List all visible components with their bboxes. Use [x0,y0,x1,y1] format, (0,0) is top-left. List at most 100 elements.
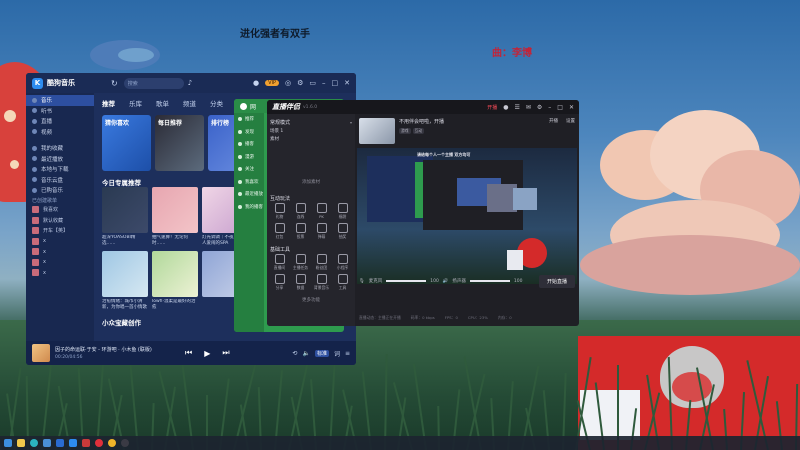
play-icon[interactable]: ▶ [204,349,210,358]
file-explorer-icon[interactable] [17,439,25,447]
tool-button[interactable]: 小程序 [333,254,352,271]
sidebar-item[interactable]: 音乐云盘 [26,175,94,186]
green-sidebar-item[interactable]: 我喜欢 [234,176,264,189]
sidebar-item[interactable]: 已购音乐 [26,185,94,196]
playlist-item[interactable]: 我喜欢 [26,205,94,216]
tool-button[interactable]: 数据 [291,274,310,291]
loop-icon[interactable]: ⟲ [292,350,297,357]
next-icon[interactable]: ⏭ [222,348,229,358]
sidebar-item[interactable]: 我的收藏 [26,143,94,154]
tool-button[interactable]: 福袋 [333,203,352,220]
kugou-taskbar-icon[interactable] [69,439,77,447]
tool-button[interactable]: 投票 [291,223,310,240]
live-companion-window[interactable]: 直播伴侣 v1.6.0 开播 ● ☰ ✉ ⚙ – □ ✕ 常规模式 ▾ 场景 1… [267,100,579,326]
message-icon[interactable]: ✉ [526,104,531,111]
sidebar-item[interactable]: 直播 [26,116,94,127]
tool-button[interactable]: 抽奖 [333,223,352,240]
album-item[interactable]: 治愈情绪：城市小清新，为你唱一首小情歌 [102,251,148,311]
green-sidebar-item[interactable]: 漫游 [234,151,264,164]
green-sidebar-item[interactable]: 关注 [234,163,264,176]
speaker-volume-slider[interactable] [469,280,510,282]
live-titlebar[interactable]: 直播伴侣 v1.6.0 开播 ● ☰ ✉ ⚙ – □ ✕ [267,100,579,114]
skin-icon[interactable]: ◎ [285,79,291,87]
tool-button[interactable]: 连线 [291,203,310,220]
minimize-icon[interactable]: – [548,104,551,111]
playlist-item[interactable]: x [26,268,94,279]
more-tools-link[interactable]: 更多功能 [270,297,352,303]
tool-button[interactable]: 工具 [333,274,352,291]
green-sidebar-item[interactable]: 播客 [234,138,264,151]
mic-volume-slider[interactable] [386,280,427,282]
now-playing-title[interactable]: 因子的命运联·于安 - 环游吧 · 小木鱼 (联版) [55,346,175,353]
playlist-item[interactable]: x [26,236,94,247]
album-item[interactable]: 抽气速算！无论何时…… [152,187,198,247]
avatar[interactable]: ● [253,79,259,87]
vip-badge[interactable]: VIP [265,80,279,86]
tab-3[interactable]: 频道 [183,98,196,108]
netease-taskbar-icon[interactable] [95,439,103,447]
tab-1[interactable]: 乐库 [129,98,142,108]
close-icon[interactable]: ✕ [344,79,350,87]
maximize-icon[interactable]: □ [332,79,339,87]
scene-item[interactable]: 场景 1 [270,127,352,135]
green-sidebar-item[interactable]: 我的播客 [234,201,264,214]
live-status-label[interactable]: 开播 [487,104,497,111]
tool-button[interactable]: 粉丝团 [312,254,331,271]
green-sidebar-item[interactable]: 最近播放 [234,188,264,201]
recommend-card[interactable]: 猜你喜欢 [102,115,151,171]
playlist-item[interactable]: 默认收藏 [26,215,94,226]
app-icon[interactable] [108,439,116,447]
start-live-button[interactable]: 开始直播 [538,274,575,288]
tool-button[interactable]: 背景音乐 [312,274,331,291]
store-icon[interactable] [43,439,51,447]
settings-icon[interactable]: ⚙ [537,104,542,111]
mode-selector[interactable]: 常规模式 ▾ [270,117,352,127]
playlist-icon[interactable]: ≡ [345,350,350,357]
album-item[interactable]: lowfi·温柔是最好的治愈 [152,251,198,311]
mini-mode-icon[interactable]: ▭ [309,79,316,87]
app-icon[interactable] [121,439,129,447]
green-sidebar-item[interactable]: 推荐 [234,113,264,126]
avatar[interactable]: ● [503,104,508,111]
recommend-card[interactable]: 每日推荐 [155,115,204,171]
windows-start-icon[interactable] [4,439,12,447]
playlist-item[interactable]: x [26,247,94,258]
maximize-icon[interactable]: □ [557,104,563,111]
album-cover[interactable] [102,251,148,297]
quality-button[interactable]: 标准 [314,349,329,357]
tool-button[interactable]: 主播任务 [291,254,310,271]
volume-icon[interactable]: 🔈 [302,350,309,357]
lyrics-icon[interactable]: 词 [334,349,340,358]
tool-button[interactable]: 分享 [270,274,289,291]
tool-button[interactable]: 礼物 [270,203,289,220]
kugou-titlebar[interactable]: K 酷狗音乐 ↻ 搜索 ♪ ● VIP ◎ ⚙ ▭ – □ ✕ [26,73,356,93]
sidebar-item[interactable]: 听书 [26,106,94,117]
room-title[interactable]: 不用伴会吧啦，开播 [399,118,444,125]
album-item[interactable]: 超深YOASOBI精选…… [102,187,148,247]
tab-2[interactable]: 歌单 [156,98,169,108]
previous-icon[interactable]: ⏮ [185,348,192,358]
room-tag[interactable]: 互动 [412,128,425,134]
now-playing-cover[interactable] [32,344,50,362]
album-cover[interactable] [152,187,198,233]
tab-0[interactable]: 推荐 [102,98,115,108]
room-action[interactable]: 设置 [566,118,575,124]
edge-icon[interactable] [30,439,38,447]
album-cover[interactable] [102,187,148,233]
playlist-item[interactable]: x [26,257,94,268]
task-icon[interactable]: ☰ [514,104,519,111]
room-cover[interactable] [359,118,395,144]
live-preview[interactable]: 请给每个人一个主播 双方均可 [357,148,577,284]
scene-item[interactable]: 素材 [270,135,352,143]
playlist-item[interactable]: 开车【英】 [26,226,94,237]
room-action[interactable]: 开播 [549,118,558,124]
room-tag[interactable]: 游戏 [399,128,411,134]
green-sidebar-item[interactable]: 发现 [234,126,264,139]
tool-button[interactable]: 红包 [270,223,289,240]
minimize-icon[interactable]: – [322,79,326,87]
search-input[interactable]: 搜索 [123,77,184,89]
voice-search-icon[interactable]: ♪ [188,79,192,87]
speaker-icon[interactable]: 🔊 [443,279,449,284]
settings-icon[interactable]: ⚙ [297,79,303,87]
tool-button[interactable]: 弹幕 [312,223,331,240]
